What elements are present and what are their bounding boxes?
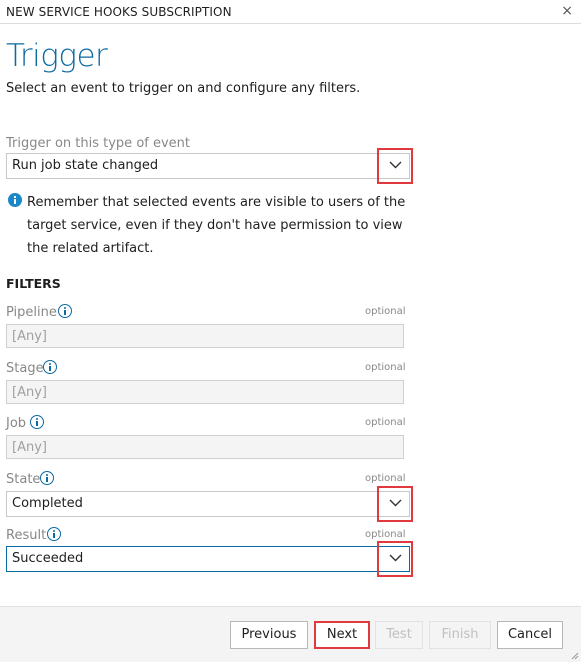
cancel-button[interactable]: Cancel <box>497 621 563 649</box>
job-optional: optional <box>365 417 406 428</box>
state-info-icon[interactable] <box>40 471 54 485</box>
result-optional: optional <box>365 529 406 540</box>
result-label: Result <box>6 528 47 543</box>
result-dropdown-button[interactable] <box>377 541 413 577</box>
pipeline-optional: optional <box>365 306 406 317</box>
resize-grip-icon[interactable] <box>571 652 579 660</box>
dialog-titlebar: NEW SERVICE HOOKS SUBSCRIPTION × <box>0 0 581 24</box>
event-type-label: Trigger on this type of event <box>6 136 191 151</box>
state-select[interactable]: Completed <box>6 491 410 517</box>
job-field: [Any] <box>6 435 404 459</box>
visibility-notice: Remember that selected events are visibl… <box>27 195 406 256</box>
pipeline-field: [Any] <box>6 324 404 348</box>
stage-field: [Any] <box>6 380 404 404</box>
previous-button[interactable]: Previous <box>230 621 308 649</box>
stage-optional: optional <box>365 362 406 373</box>
filters-heading: FILTERS <box>6 276 61 291</box>
finish-button[interactable]: Finish <box>429 621 491 649</box>
close-icon[interactable]: × <box>561 3 573 19</box>
pipeline-label: Pipeline <box>6 305 57 320</box>
job-info-icon[interactable] <box>30 415 44 429</box>
pipeline-info-icon[interactable] <box>58 304 72 318</box>
state-optional: optional <box>365 473 406 484</box>
result-value: Succeeded <box>12 551 84 566</box>
result-info-icon[interactable] <box>47 527 61 541</box>
state-label: State <box>6 472 41 487</box>
info-icon <box>8 193 22 207</box>
test-button[interactable]: Test <box>375 621 423 649</box>
chevron-down-icon <box>389 161 402 169</box>
event-type-select[interactable]: Run job state changed <box>6 153 410 179</box>
next-button[interactable]: Next <box>314 621 370 649</box>
page-subtitle: Select an event to trigger on and config… <box>6 81 361 96</box>
chevron-down-icon <box>389 499 402 507</box>
stage-label: Stage <box>6 361 44 376</box>
event-type-value: Run job state changed <box>12 158 159 173</box>
event-type-dropdown-button[interactable] <box>377 148 413 184</box>
state-dropdown-button[interactable] <box>377 486 413 522</box>
stage-value: [Any] <box>12 385 47 400</box>
chevron-down-icon <box>389 554 402 562</box>
job-label: Job <box>6 416 27 431</box>
page-title: Trigger <box>6 38 108 74</box>
job-value: [Any] <box>12 440 47 455</box>
stage-info-icon[interactable] <box>43 360 57 374</box>
result-select[interactable]: Succeeded <box>6 546 410 572</box>
pipeline-value: [Any] <box>12 329 47 344</box>
state-value: Completed <box>12 496 83 511</box>
dialog-title: NEW SERVICE HOOKS SUBSCRIPTION <box>6 5 232 19</box>
